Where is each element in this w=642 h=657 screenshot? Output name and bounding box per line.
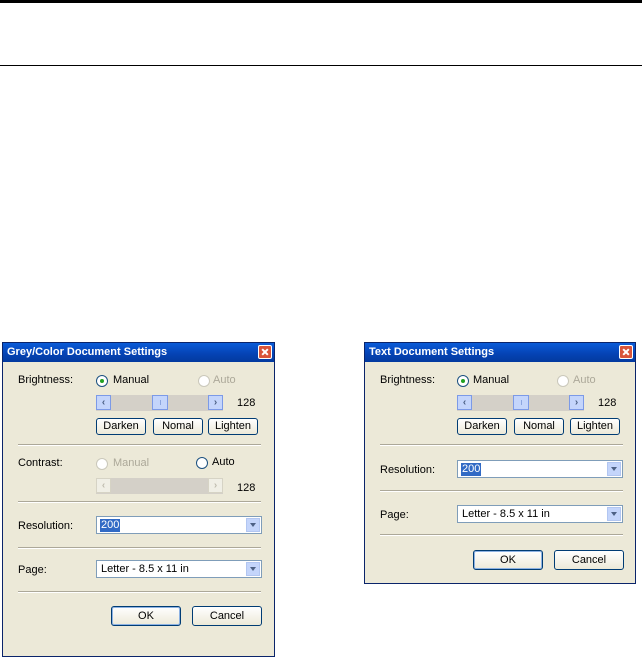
brightness-value: 128: [598, 397, 617, 409]
resolution-select[interactable]: 200: [457, 460, 623, 478]
contrast-slider[interactable]: [96, 478, 223, 494]
separator: [380, 534, 623, 536]
brightness-slider-thumb[interactable]: [152, 395, 168, 410]
contrast-left-arrow-icon[interactable]: ‹: [96, 478, 111, 493]
chevron-down-icon[interactable]: [607, 507, 621, 521]
text-settings-dialog: Text Document Settings Brightness: Manua…: [364, 342, 636, 584]
brightness-label: Brightness:: [18, 374, 74, 386]
contrast-auto-label: Auto: [212, 456, 235, 468]
lighten-button[interactable]: Lighten: [208, 418, 258, 435]
contrast-label: Contrast:: [18, 457, 63, 469]
top-rule: [0, 0, 642, 3]
page-select[interactable]: Letter - 8.5 x 11 in: [457, 505, 623, 523]
page-value: Letter - 8.5 x 11 in: [462, 508, 550, 520]
ok-button[interactable]: OK: [111, 606, 181, 626]
brightness-manual-radio[interactable]: [457, 375, 469, 387]
resolution-label: Resolution:: [18, 520, 74, 532]
brightness-auto-label: Auto: [573, 374, 596, 386]
normal-button[interactable]: Nomal: [514, 418, 564, 435]
cancel-button[interactable]: Cancel: [192, 606, 262, 626]
separator: [18, 444, 261, 446]
brightness-auto-label: Auto: [213, 374, 236, 386]
brightness-slider-thumb[interactable]: [513, 395, 529, 410]
darken-button[interactable]: Darken: [96, 418, 146, 435]
normal-button[interactable]: Nomal: [153, 418, 203, 435]
resolution-select[interactable]: 200: [96, 516, 262, 534]
separator: [18, 501, 261, 503]
chevron-down-icon[interactable]: [246, 518, 260, 532]
brightness-right-arrow-icon[interactable]: ›: [569, 395, 584, 410]
cancel-button[interactable]: Cancel: [554, 550, 624, 570]
grey-color-settings-dialog: Grey/Color Document Settings Brightness:…: [2, 342, 275, 657]
header-rule: [0, 65, 642, 66]
resolution-value: 200: [100, 519, 121, 532]
chevron-down-icon[interactable]: [607, 462, 621, 476]
resolution-label: Resolution:: [380, 464, 436, 476]
separator: [380, 490, 623, 492]
close-icon[interactable]: [258, 345, 272, 359]
brightness-auto-radio[interactable]: [198, 375, 210, 387]
page-select[interactable]: Letter - 8.5 x 11 in: [96, 560, 262, 578]
brightness-label: Brightness:: [380, 374, 436, 386]
contrast-value: 128: [237, 482, 256, 494]
brightness-manual-label: Manual: [113, 374, 150, 386]
page-label: Page:: [18, 564, 47, 576]
close-icon[interactable]: [619, 345, 633, 359]
separator: [380, 444, 623, 446]
page-value: Letter - 8.5 x 11 in: [101, 563, 189, 575]
ok-button[interactable]: OK: [473, 550, 543, 570]
resolution-value: 200: [461, 463, 482, 476]
contrast-right-arrow-icon[interactable]: ›: [208, 478, 223, 493]
brightness-manual-radio[interactable]: [96, 375, 108, 387]
brightness-right-arrow-icon[interactable]: ›: [208, 395, 223, 410]
dialog-title: Grey/Color Document Settings: [3, 343, 274, 362]
brightness-value: 128: [237, 397, 256, 409]
separator: [18, 591, 261, 593]
chevron-down-icon[interactable]: [246, 562, 260, 576]
page-label: Page:: [380, 509, 409, 521]
lighten-button[interactable]: Lighten: [570, 418, 620, 435]
darken-button[interactable]: Darken: [457, 418, 507, 435]
contrast-manual-radio[interactable]: [96, 458, 108, 470]
separator: [18, 547, 261, 549]
brightness-left-arrow-icon[interactable]: ‹: [96, 395, 111, 410]
dialog-title: Text Document Settings: [365, 343, 635, 362]
brightness-auto-radio[interactable]: [557, 375, 569, 387]
contrast-manual-label: Manual: [113, 457, 150, 469]
brightness-manual-label: Manual: [473, 374, 510, 386]
contrast-auto-radio[interactable]: [196, 457, 208, 469]
brightness-left-arrow-icon[interactable]: ‹: [457, 395, 472, 410]
